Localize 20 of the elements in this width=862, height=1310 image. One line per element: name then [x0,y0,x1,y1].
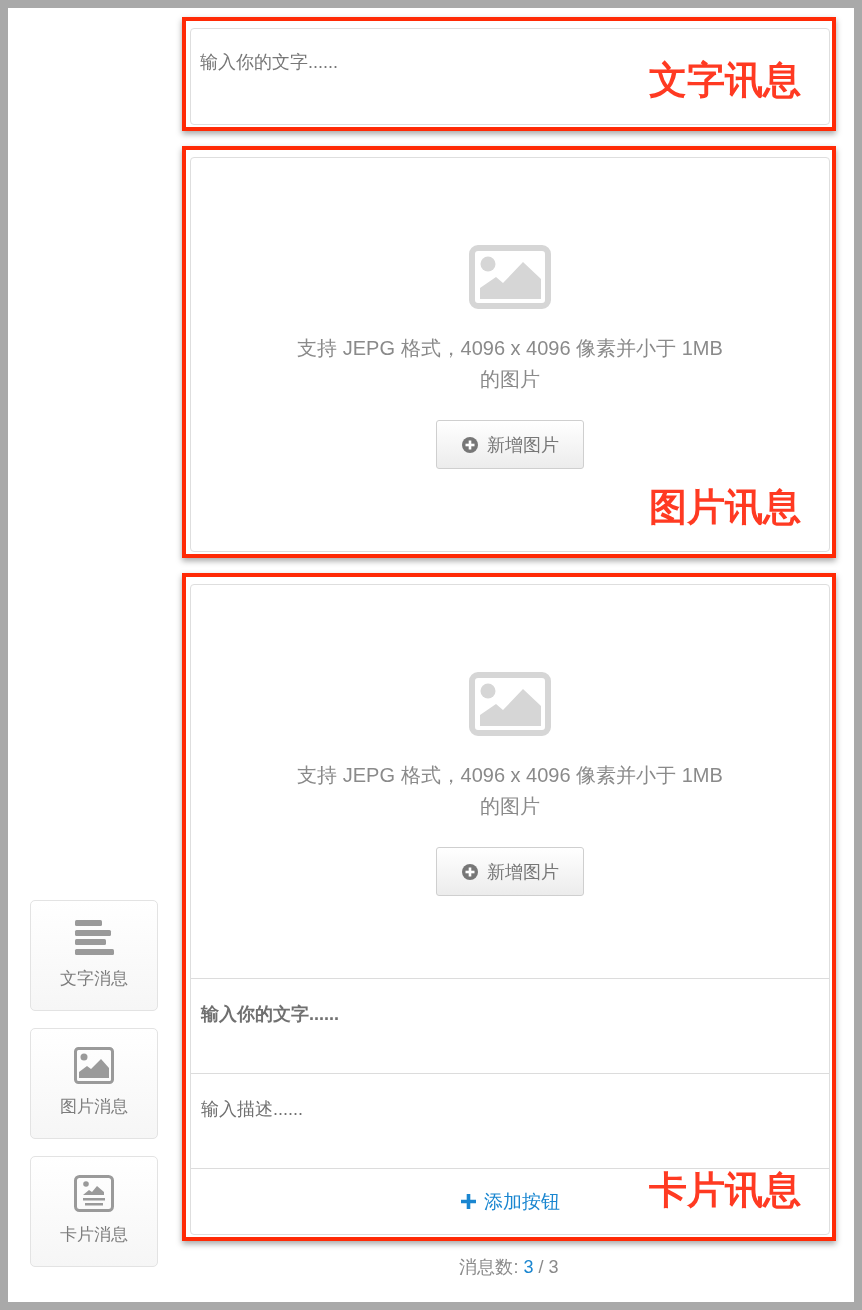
image-icon [74,1047,114,1084]
message-count: 消息数: 3 / 3 [458,1256,560,1279]
card-icon [74,1175,114,1212]
plus-icon [460,1194,476,1209]
text-lines-icon [74,919,114,956]
image-placeholder-icon [469,245,551,309]
message-type-button[interactable]: 文字消息 [30,900,158,1011]
upload-hint: 支持 JEPG 格式，4096 x 4096 像素并小于 1MB 的图片 [296,763,724,819]
plus-circle-icon [461,436,478,453]
message-type-button[interactable]: 卡片消息 [30,1156,158,1267]
plus-circle-icon [461,863,478,880]
add-image-button[interactable]: 新增图片 [436,847,584,896]
annotation-label: 图片讯息 [649,488,801,526]
upload-hint: 支持 JEPG 格式，4096 x 4096 像素并小于 1MB 的图片 [296,336,724,392]
add-button-link[interactable]: 添加按钮 [458,1184,562,1219]
image-placeholder-icon [469,672,551,736]
add-image-button[interactable]: 新增图片 [436,420,584,469]
message-type-button[interactable]: 图片消息 [30,1028,158,1139]
annotation-label: 卡片讯息 [649,1171,801,1209]
annotation-label: 文字讯息 [649,61,801,99]
